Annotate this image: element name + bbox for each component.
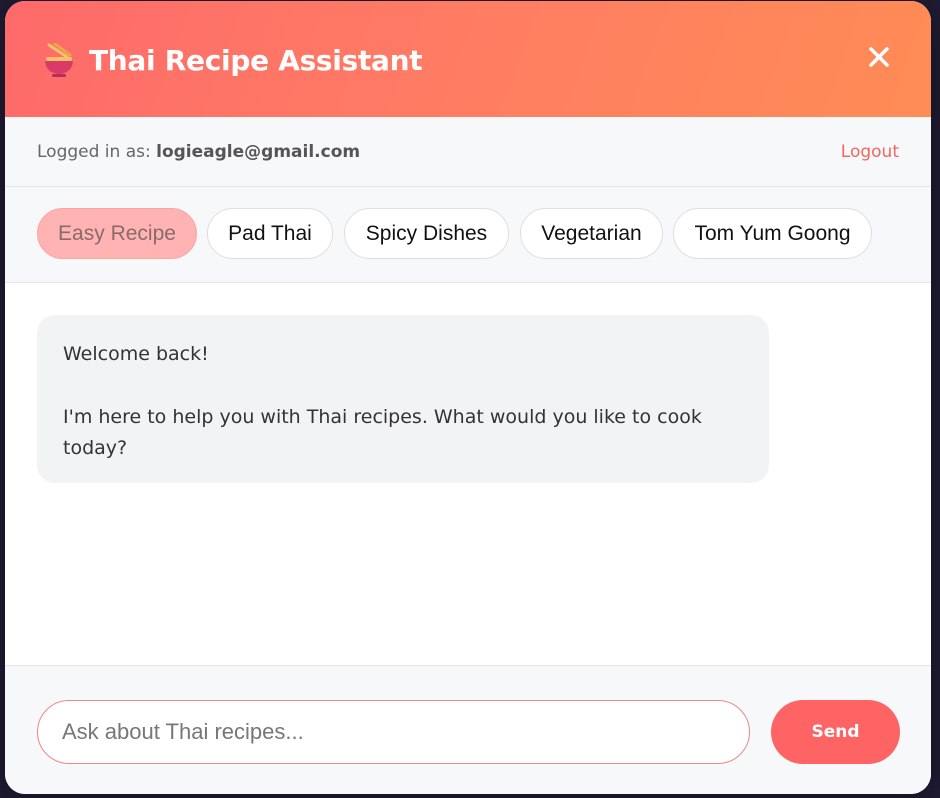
chip-vegetarian[interactable]: Vegetarian	[520, 208, 663, 259]
suggestion-chips: Easy Recipe Pad Thai Spicy Dishes Vegeta…	[5, 187, 931, 283]
chip-pad-thai[interactable]: Pad Thai	[207, 208, 333, 259]
user-bar: Logged in as: logieagle@gmail.com Logout	[5, 117, 931, 187]
message-line: Welcome back!	[63, 343, 209, 365]
logout-link[interactable]: Logout	[841, 142, 899, 162]
composer: Send	[5, 665, 931, 794]
send-button[interactable]: Send	[771, 700, 900, 764]
user-email: logieagle@gmail.com	[156, 142, 361, 162]
message-line: I'm here to help you with Thai recipes. …	[63, 406, 702, 459]
assistant-message: Welcome back! I'm here to help you with …	[37, 315, 769, 483]
header: Thai Recipe Assistant	[5, 1, 931, 117]
chip-spicy-dishes[interactable]: Spicy Dishes	[344, 208, 509, 259]
close-icon[interactable]	[865, 43, 893, 71]
logged-in-label: Logged in as:	[37, 142, 151, 162]
noodle-bowl-icon	[45, 43, 73, 77]
chip-tom-yum-goong[interactable]: Tom Yum Goong	[673, 208, 872, 259]
title-group: Thai Recipe Assistant	[43, 41, 423, 81]
message-list[interactable]: Welcome back! I'm here to help you with …	[5, 283, 931, 665]
chip-easy-recipe[interactable]: Easy Recipe	[37, 208, 197, 259]
chat-window: Thai Recipe Assistant Logged in as: logi…	[5, 1, 931, 794]
logged-in-status: Logged in as: logieagle@gmail.com	[37, 142, 360, 162]
message-input[interactable]	[37, 700, 750, 764]
app-title: Thai Recipe Assistant	[89, 44, 423, 77]
